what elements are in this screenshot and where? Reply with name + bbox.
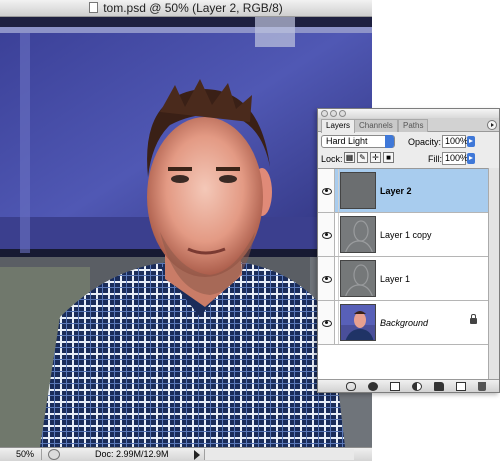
status-menu-arrow-icon[interactable] [194,450,200,460]
zoom-level-field[interactable]: 50% [2,449,42,460]
layer-name: Layer 2 [380,186,412,196]
blend-mode-value: Hard Light [326,136,368,146]
close-dot-icon[interactable] [321,110,328,117]
fill-arrow-icon[interactable] [467,153,475,164]
layers-list: Layer 2 Layer 1 copy Layer 1 Background [318,168,488,379]
minimize-dot-icon[interactable] [330,110,337,117]
lock-icon [470,314,477,324]
layer-row-layer-1-copy[interactable]: Layer 1 copy [318,213,488,257]
tab-paths[interactable]: Paths [398,119,429,132]
layer-row-layer-2[interactable]: Layer 2 [318,169,488,213]
opacity-input[interactable]: 100% [442,135,468,148]
add-mask-icon[interactable] [390,382,400,391]
palette-tabs: Layers Channels Paths [318,118,499,133]
document-title-wrap: tom.psd @ 50% (Layer 2, RGB/8) [0,0,372,17]
document-title: tom.psd @ 50% (Layer 2, RGB/8) [103,1,283,15]
layer-name: Background [380,318,429,328]
fill-input[interactable]: 100% [442,152,468,165]
palette-titlebar[interactable] [318,109,499,118]
tab-channels[interactable]: Channels [354,119,398,132]
lock-pixels-icon[interactable]: ✎ [357,152,368,163]
visibility-eye-icon[interactable] [318,169,335,212]
status-bar: 50% Doc: 2.99M/12.9M [0,447,372,461]
lock-transparency-icon[interactable]: ▦ [344,152,355,163]
layer-name: Layer 1 [380,274,411,284]
link-column[interactable] [335,257,339,300]
status-info-icon[interactable] [48,449,60,460]
layer-row-background[interactable]: Background [318,301,488,345]
layer-style-icon[interactable] [368,382,378,391]
link-layers-icon[interactable] [346,382,356,391]
opacity-arrow-icon[interactable] [467,136,475,147]
lock-all-icon[interactable]: ■ [383,152,394,163]
layer-thumbnail [340,260,376,297]
visibility-eye-icon[interactable] [318,301,335,344]
palette-menu-icon[interactable] [487,120,497,130]
blend-mode-arrow-icon [385,135,394,148]
link-column[interactable] [335,169,339,212]
lock-position-icon[interactable]: ✛ [370,152,381,163]
link-column[interactable] [335,213,339,256]
horizontal-scrollbar[interactable] [204,449,354,460]
layers-palette: Layers Channels Paths Hard Light Opacity… [317,108,500,393]
blend-mode-select[interactable]: Hard Light [321,135,395,148]
layer-thumbnail [340,172,376,209]
visibility-eye-icon[interactable] [318,257,335,300]
palette-bottom-bar [318,379,499,392]
tab-layers[interactable]: Layers [321,119,356,133]
adjustment-layer-icon[interactable] [412,382,422,391]
lock-label: Lock: [321,154,343,164]
document-size: Doc: 2.99M/12.9M [95,449,169,459]
layer-thumbnail [340,216,376,253]
fill-label: Fill: [428,154,442,164]
layer-thumbnail [340,304,376,341]
link-column[interactable] [335,301,339,344]
new-layer-icon[interactable] [456,382,466,391]
zoom-dot-icon[interactable] [339,110,346,117]
layers-scrollbar[interactable] [488,168,499,379]
delete-layer-icon[interactable] [478,382,486,391]
new-group-icon[interactable] [434,382,444,391]
layer-row-layer-1[interactable]: Layer 1 [318,257,488,301]
document-titlebar[interactable]: tom.psd @ 50% (Layer 2, RGB/8) [0,0,372,17]
visibility-eye-icon[interactable] [318,213,335,256]
opacity-label: Opacity: [408,137,442,147]
layer-name: Layer 1 copy [380,230,432,240]
psd-file-icon [89,2,99,13]
